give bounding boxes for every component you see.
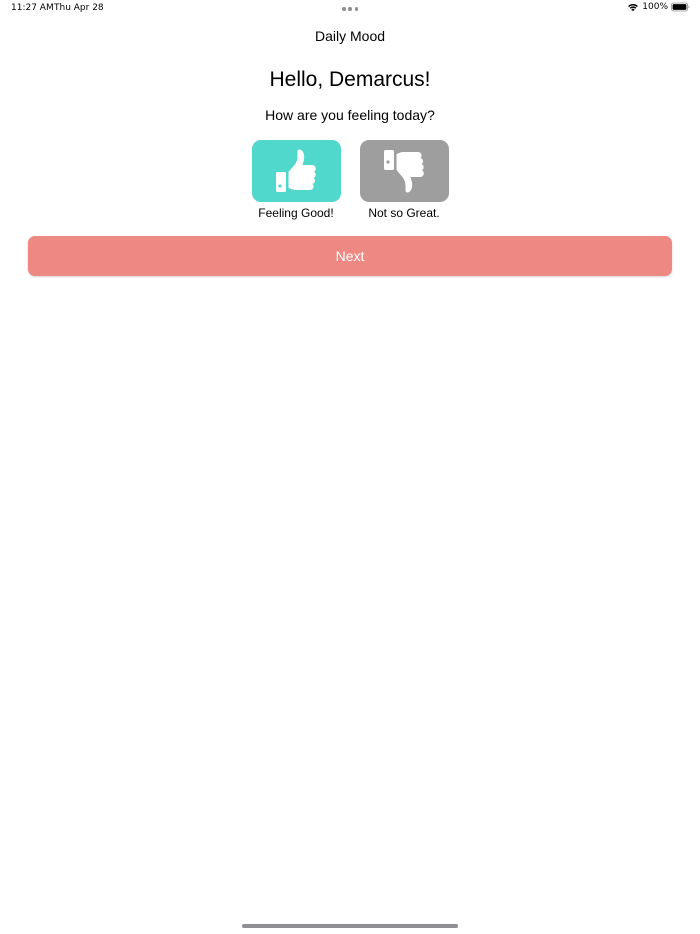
nav-title: Daily Mood	[314, 28, 386, 44]
status-time: 11:27 AM	[11, 3, 54, 13]
mood-question: How are you feeling today?	[265, 107, 435, 123]
not-so-great-button[interactable]	[359, 140, 449, 202]
battery-icon	[671, 2, 690, 12]
greeting-heading: Hello, Demarcus!	[269, 68, 431, 91]
not-so-great-label: Not so Great.	[368, 206, 440, 220]
multitasking-dots[interactable]	[342, 7, 358, 11]
feeling-good-button[interactable]	[251, 140, 341, 202]
status-indicators: 100%	[627, 2, 690, 12]
dot-icon	[354, 7, 358, 11]
battery-percent: 100%	[642, 2, 668, 12]
home-indicator[interactable]	[242, 924, 458, 928]
wifi-icon	[628, 3, 639, 12]
dot-icon	[342, 7, 346, 11]
mood-option-good[interactable]: Feeling Good!	[246, 140, 346, 220]
feeling-good-label: Feeling Good!	[258, 206, 334, 220]
thumbs-down-icon	[384, 150, 424, 193]
next-button[interactable]: Next	[28, 236, 672, 276]
thumbs-up-icon	[276, 149, 316, 192]
status-bar: 11:27 AM Thu Apr 28 100%	[0, 0, 700, 18]
dot-icon	[348, 7, 352, 11]
status-date: Thu Apr 28	[54, 3, 104, 13]
mood-option-bad[interactable]: Not so Great.	[354, 140, 454, 220]
